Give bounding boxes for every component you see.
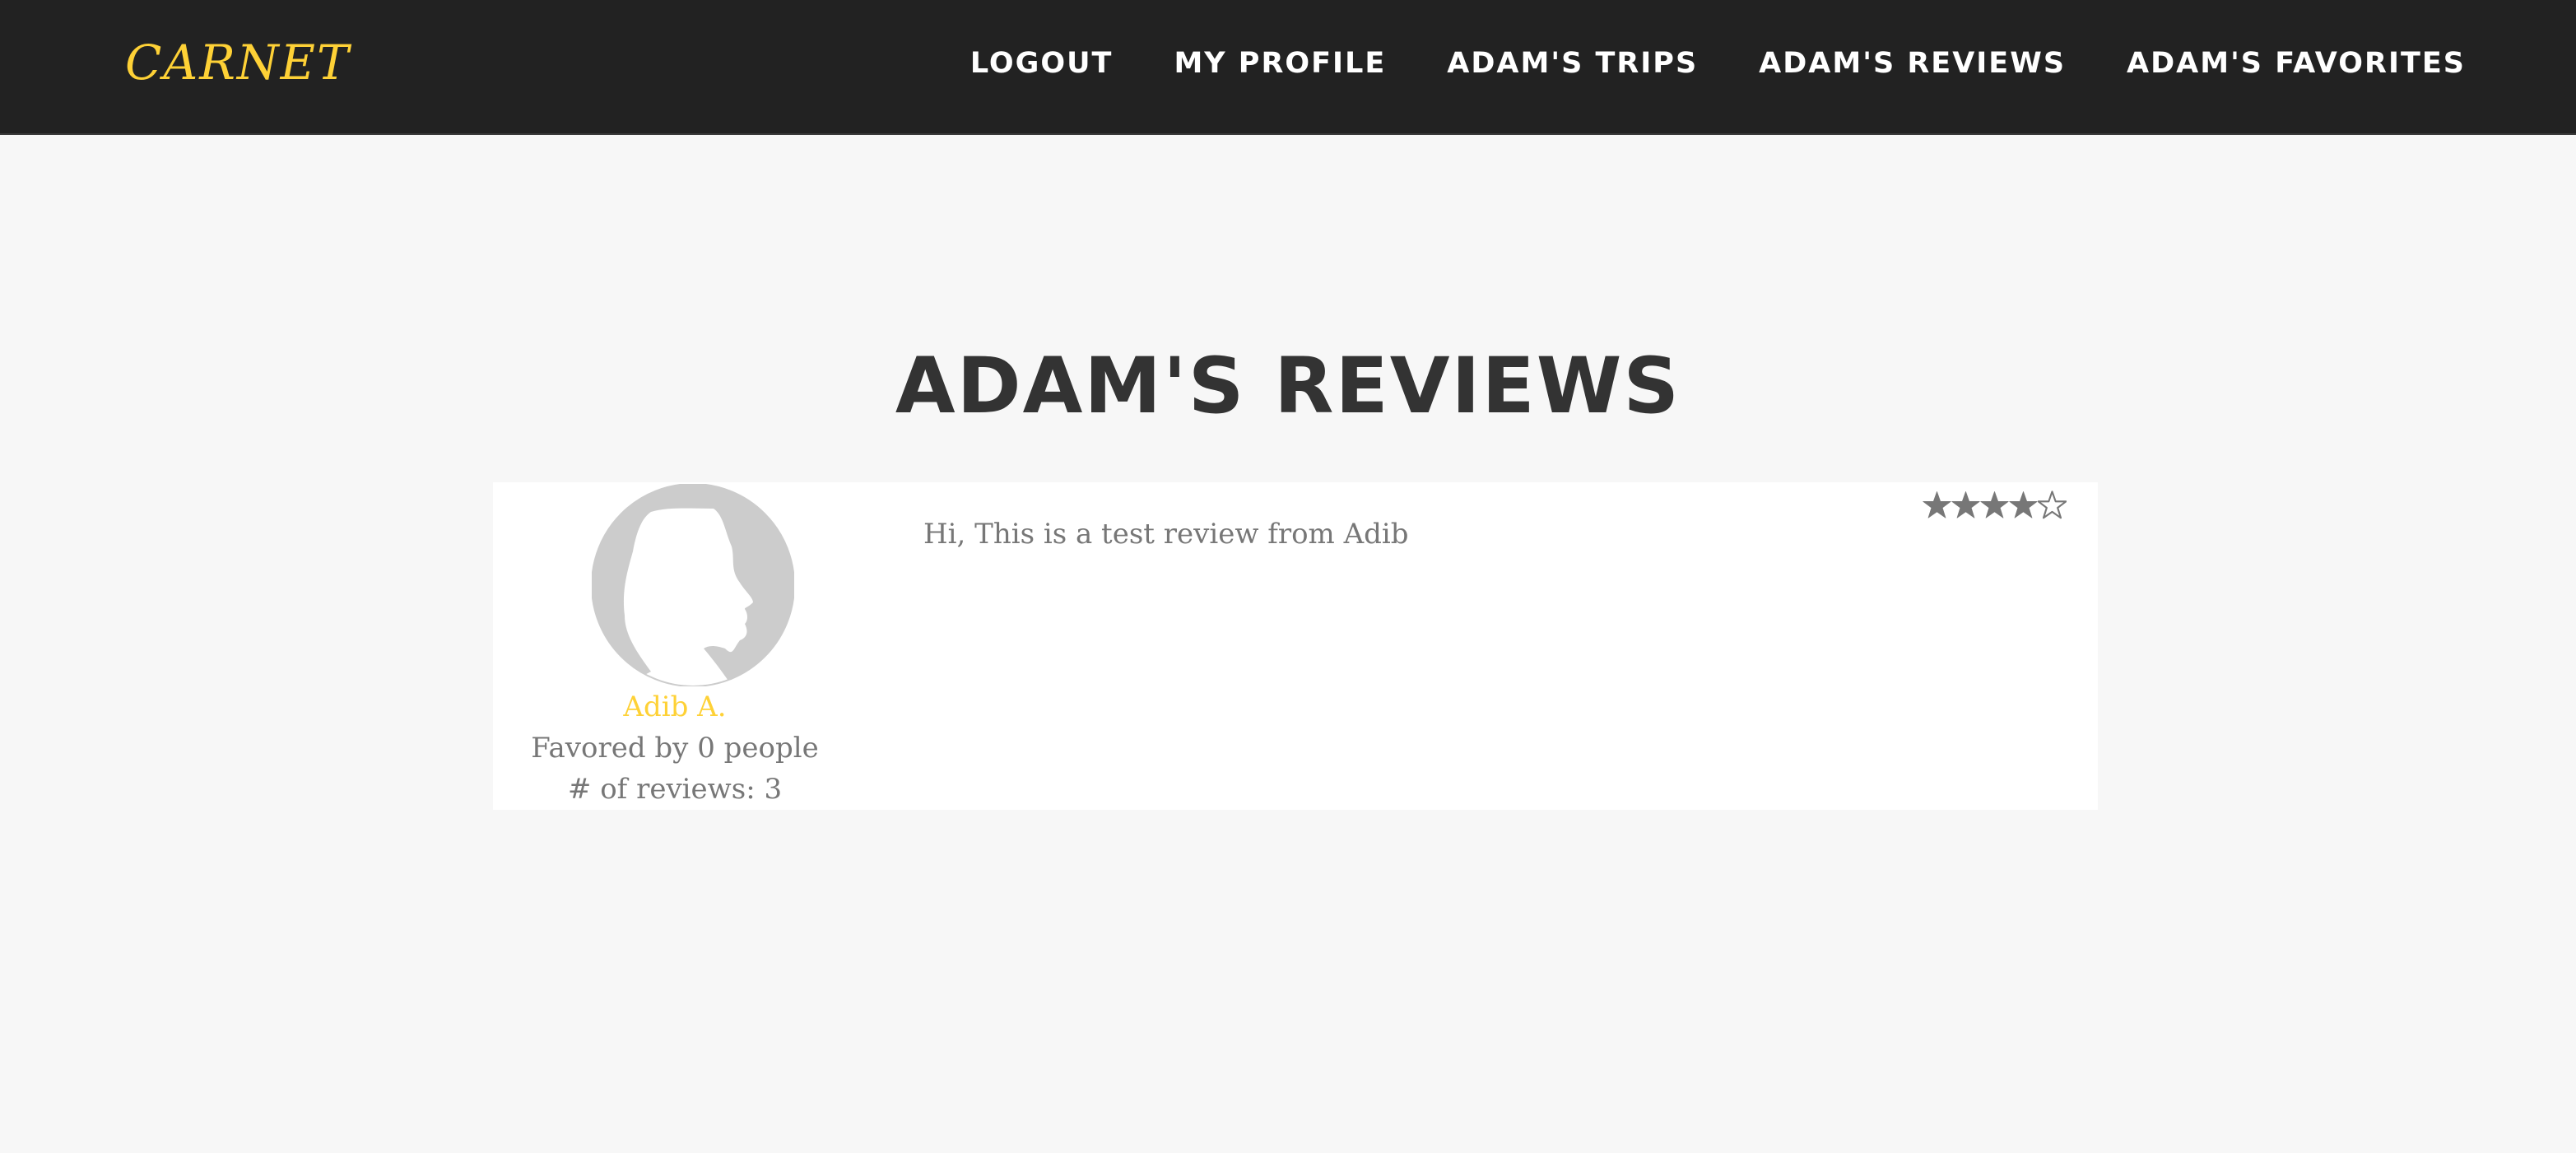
user-silhouette-icon[interactable] xyxy=(592,484,794,686)
nav-logout-link[interactable]: LOGOUT xyxy=(970,47,1114,80)
star-filled-icon xyxy=(2009,490,2038,518)
nav-trips-link[interactable]: ADAM'S TRIPS xyxy=(1447,47,1698,80)
nav-my-profile-link[interactable]: MY PROFILE xyxy=(1174,47,1386,80)
reviewer-review-count: # of reviews: 3 xyxy=(567,773,783,806)
top-navbar: CARNET LOGOUT MY PROFILE ADAM'S TRIPS AD… xyxy=(0,0,2576,135)
nav-reviews-link[interactable]: ADAM'S REVIEWS xyxy=(1759,47,2066,80)
star-filled-icon xyxy=(1980,490,2009,518)
star-empty-icon xyxy=(2038,490,2067,518)
reviewer-name-link[interactable]: Adib A. xyxy=(493,686,857,728)
star-filled-icon xyxy=(1923,490,1951,518)
star-filled-icon xyxy=(1951,490,1980,518)
reviewer-panel: Adib A. Favored by 0 people # of reviews… xyxy=(493,482,857,810)
page-title: ADAM'S REVIEWS xyxy=(895,342,1681,431)
nav-links: LOGOUT MY PROFILE ADAM'S TRIPS ADAM'S RE… xyxy=(970,0,2466,127)
brand-logo[interactable]: CARNET xyxy=(125,31,351,94)
nav-favorites-link[interactable]: ADAM'S FAVORITES xyxy=(2127,47,2466,80)
reviewer-favored-count: Favored by 0 people xyxy=(531,732,819,765)
star-rating xyxy=(1923,482,2067,527)
review-card: Adib A. Favored by 0 people # of reviews… xyxy=(493,482,2098,810)
review-text: Hi, This is a test review from Adib xyxy=(923,518,1409,551)
